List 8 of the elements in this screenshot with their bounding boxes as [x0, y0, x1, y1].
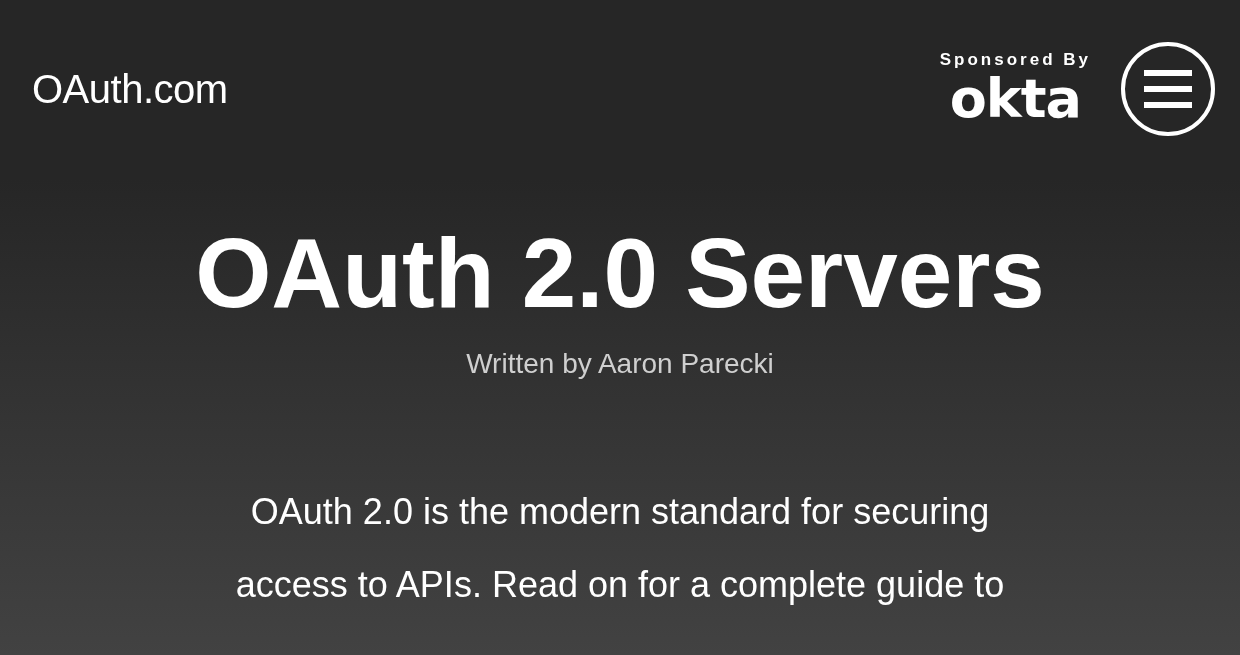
- page-title: OAuth 2.0 Servers: [194, 217, 1046, 330]
- menu-icon: [1144, 70, 1192, 108]
- sponsor-label: Sponsored By: [939, 50, 1091, 70]
- intro-paragraph: OAuth 2.0 is the modern standard for securing access to APIs. Read on for a complete guide to: [234, 490, 1006, 607]
- menu-button[interactable]: [1121, 42, 1215, 136]
- site-name-link[interactable]: OAuth.com: [32, 66, 228, 112]
- sponsor-logo[interactable]: okta: [949, 70, 1081, 128]
- byline: Written by Aaron Parecki: [465, 348, 775, 380]
